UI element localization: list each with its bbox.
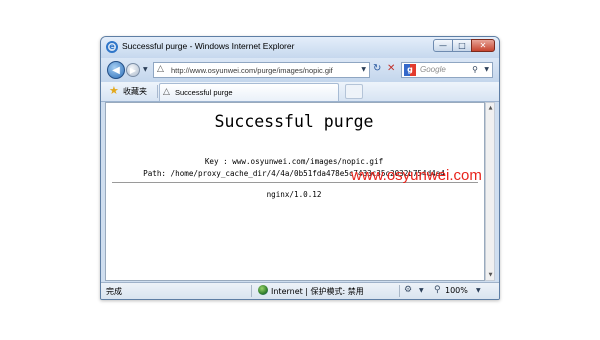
status-bar: 完成 Internet | 保护模式: 禁用 ⚙ ▼ ⚲ 100% ▼ xyxy=(101,282,499,299)
title-bar: e Successful purge - Windows Internet Ex… xyxy=(101,37,499,58)
status-text: 完成 xyxy=(106,287,122,296)
star-icon[interactable]: ★ xyxy=(109,84,119,97)
address-bar[interactable]: △ http://www.osyunwei.com/purge/images/n… xyxy=(153,62,370,78)
address-text[interactable]: http://www.osyunwei.com/purge/images/nop… xyxy=(171,66,343,75)
status-divider xyxy=(251,285,252,297)
close-button[interactable]: ✕ xyxy=(471,39,495,52)
page-icon: △ xyxy=(163,87,170,97)
maximize-button[interactable]: □ xyxy=(452,39,472,52)
new-tab-button[interactable] xyxy=(345,84,363,99)
zoom-dropdown-icon[interactable]: ▼ xyxy=(476,287,481,294)
favorites-label[interactable]: 收藏夹 xyxy=(123,86,147,97)
search-icon[interactable]: ⚲ xyxy=(472,65,478,74)
vertical-scrollbar[interactable]: ▲ ▼ xyxy=(485,102,495,281)
google-icon: g xyxy=(404,64,416,76)
security-zone[interactable]: Internet | 保护模式: 禁用 xyxy=(271,286,364,297)
scroll-down-icon[interactable]: ▼ xyxy=(487,271,494,279)
favorites-bar: ★ 收藏夹 △ Successful purge xyxy=(101,82,499,102)
minimize-button[interactable]: — xyxy=(433,39,453,52)
page-icon: △ xyxy=(157,64,164,74)
forward-arrow-icon[interactable]: ▶ xyxy=(126,63,140,77)
settings-dropdown-icon[interactable]: ▼ xyxy=(419,287,424,294)
scroll-up-icon[interactable]: ▲ xyxy=(487,104,494,112)
tab-label: Successful purge xyxy=(175,88,233,97)
toolbar-divider xyxy=(157,85,158,98)
window-controls: — □ ✕ xyxy=(433,39,495,52)
navigation-bar: ◀ ▶ ▼ △ http://www.osyunwei.com/purge/im… xyxy=(101,58,499,82)
purge-key: Key : www.osyunwei.com/images/nopic.gif xyxy=(204,157,384,166)
zoom-icon[interactable]: ⚲ xyxy=(434,285,441,295)
server-version: nginx/1.0.12 xyxy=(266,190,322,199)
search-box[interactable]: g Google ⚲ ▼ xyxy=(401,62,493,78)
address-dropdown-icon[interactable]: ▼ xyxy=(361,66,366,73)
page-content: Successful purge Key : www.osyunwei.com/… xyxy=(105,102,485,281)
status-divider xyxy=(399,285,400,297)
window-title: Successful purge - Windows Internet Expl… xyxy=(122,41,295,51)
zoom-level[interactable]: 100% xyxy=(445,286,468,295)
search-dropdown-icon[interactable]: ▼ xyxy=(484,66,489,73)
back-arrow-icon[interactable]: ◀ xyxy=(107,61,125,79)
watermark: www.osyunwei.com xyxy=(351,167,482,184)
history-dropdown-icon[interactable]: ▼ xyxy=(143,66,148,73)
globe-icon xyxy=(258,285,268,295)
settings-icon[interactable]: ⚙ xyxy=(404,285,412,295)
refresh-icon[interactable]: ↻ xyxy=(373,63,381,74)
ie-icon: e xyxy=(106,41,118,53)
page-heading: Successful purge xyxy=(214,112,374,131)
tab-successful-purge[interactable]: △ Successful purge xyxy=(159,83,339,101)
search-placeholder[interactable]: Google xyxy=(420,65,446,74)
stop-icon[interactable]: ✕ xyxy=(387,63,395,74)
